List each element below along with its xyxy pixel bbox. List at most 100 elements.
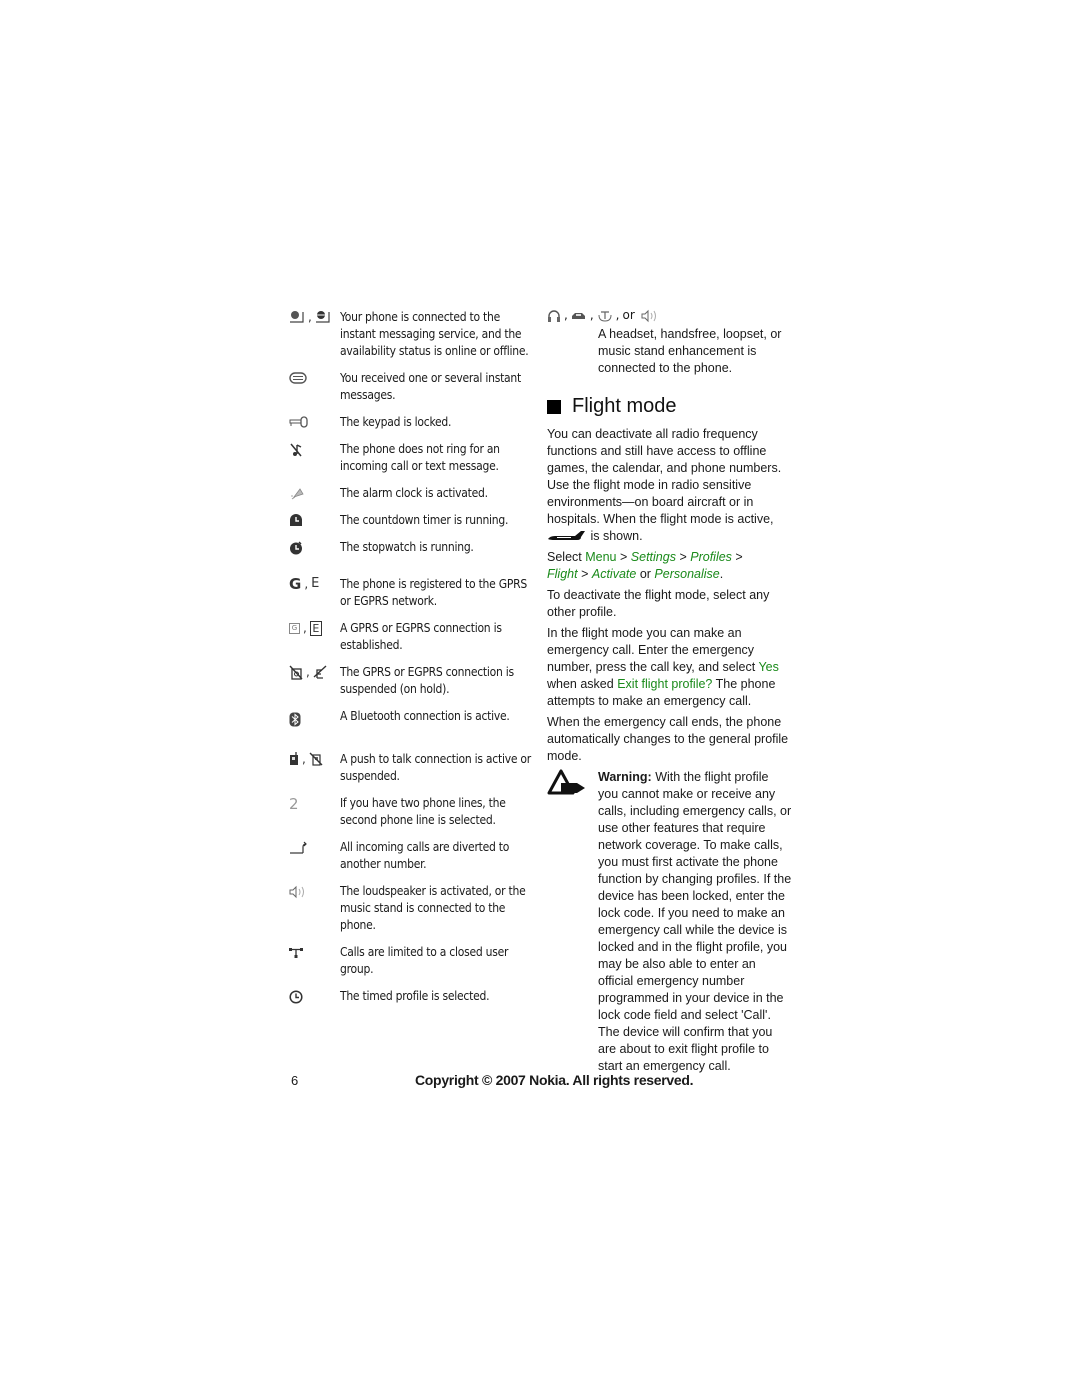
path-separator: > <box>620 550 628 564</box>
indicator-description: The phone does not ring for an incoming … <box>340 442 500 473</box>
indicator-entry: The stopwatch is running. <box>289 539 535 556</box>
loudspeaker-icon <box>289 885 304 899</box>
section-heading: Flight mode <box>547 395 792 418</box>
egprs-suspended-icon <box>313 665 327 679</box>
indicator-description: The loudspeaker is activated, or the mus… <box>340 884 526 932</box>
indicator-entry: , Your phone is connected to the instant… <box>289 309 535 360</box>
warning-text: With the flight profile you cannot make … <box>598 770 792 1073</box>
indicator-description: A push to talk connection is active or s… <box>340 752 531 783</box>
menu-path: Select Menu > Settings > Profiles > Flig… <box>547 549 792 583</box>
indicator-entry: The countdown timer is running. <box>289 512 535 529</box>
egprs-registered-icon: E <box>311 576 320 591</box>
menu-link[interactable]: Menu <box>585 550 616 564</box>
settings-link[interactable]: Settings <box>631 550 676 564</box>
or-text: or <box>639 567 651 581</box>
copyright-notice: Copyright © 2007 Nokia. All rights reser… <box>415 1072 694 1088</box>
indicator-entry: All incoming calls are diverted to anoth… <box>289 839 535 873</box>
flight-link[interactable]: Flight <box>547 567 578 581</box>
indicator-description: The keypad is locked. <box>340 415 452 429</box>
gprs-connected-icon: G <box>289 623 300 634</box>
stopwatch-icon <box>290 541 302 555</box>
indicator-entry: The phone does not ring for an incoming … <box>289 441 535 475</box>
emergency-paragraph: In the flight mode you can make an emerg… <box>547 625 792 710</box>
emergency-text-1: In the flight mode you can make an emerg… <box>547 626 756 674</box>
call-divert-icon <box>290 841 307 854</box>
path-separator: > <box>679 550 687 564</box>
indicator-entry: 2 If you have two phone lines, the secon… <box>289 795 535 829</box>
warning-label: Warning: <box>598 770 652 784</box>
indicator-description: Your phone is connected to the instant m… <box>340 310 529 358</box>
enhancement-entry: , , , or A headset, handsfree, loopset, … <box>547 307 792 377</box>
indicator-entry: Calls are limited to a closed user group… <box>289 944 535 978</box>
select-label: Select <box>547 550 582 564</box>
intro-text: You can deactivate all radio frequency f… <box>547 427 782 526</box>
right-column: , , , or A headset, handsfree, loopset, … <box>547 307 792 1075</box>
ptt-suspended-icon <box>309 752 323 766</box>
indicator-entry: , The GPRS or EGPRS connection is suspen… <box>289 664 535 698</box>
page-number: 6 <box>291 1073 299 1088</box>
indicator-description: All incoming calls are diverted to anoth… <box>340 840 510 871</box>
indicator-entry: G , E A GPRS or EGPRS connection is esta… <box>289 620 535 654</box>
loopset-icon <box>598 310 612 322</box>
indicator-entry: The loudspeaker is activated, or the mus… <box>289 883 535 934</box>
indicator-entry: The alarm clock is activated. <box>289 485 535 502</box>
indicator-description: Calls are limited to a closed user group… <box>340 945 509 976</box>
indicator-description: The stopwatch is running. <box>340 540 474 554</box>
indicator-description: The GPRS or EGPRS connection is suspende… <box>340 665 514 696</box>
egprs-connected-icon: E <box>309 621 322 636</box>
profiles-link[interactable]: Profiles <box>690 550 732 564</box>
indicator-entry: G , E The phone is registered to the GPR… <box>289 576 535 610</box>
handsfree-icon <box>571 312 585 319</box>
music-stand-icon <box>641 309 656 322</box>
indicator-list: , Your phone is connected to the instant… <box>289 309 535 1015</box>
path-separator: > <box>735 550 743 564</box>
keypad-locked-icon <box>289 416 308 428</box>
warning-icon <box>547 769 585 795</box>
im-online-icon <box>290 311 304 323</box>
period: . <box>719 567 724 581</box>
exit-flight-prompt: Exit flight profile? <box>617 677 713 691</box>
deactivate-paragraph: To deactivate the flight mode, select an… <box>547 588 770 619</box>
indicator-description: If you have two phone lines, the second … <box>340 796 506 827</box>
timed-profile-icon <box>289 990 303 1004</box>
yes-option[interactable]: Yes <box>758 660 778 674</box>
indicator-description: You received one or several instant mess… <box>340 371 521 402</box>
indicator-description: The alarm clock is activated. <box>340 486 488 500</box>
headset-icon <box>548 309 560 322</box>
manual-page: , Your phone is connected to the instant… <box>0 0 1080 1397</box>
ptt-active-icon <box>290 752 298 765</box>
indicator-entry: , A push to talk connection is active or… <box>289 751 535 785</box>
emergency-text-2: when asked <box>547 677 614 691</box>
bluetooth-icon <box>289 712 301 727</box>
heading-bullet-icon <box>547 399 561 414</box>
silent-icon <box>290 443 302 457</box>
personalise-link[interactable]: Personalise <box>654 567 719 581</box>
warning-block: Warning: With the flight profile you can… <box>547 769 792 1075</box>
indicator-entry: A Bluetooth connection is active. <box>289 708 535 727</box>
countdown-timer-icon <box>290 514 302 526</box>
flight-mode-icon <box>548 530 585 540</box>
path-separator: > <box>581 567 589 581</box>
section-title: Flight mode <box>572 395 677 417</box>
intro-suffix: is shown. <box>590 529 643 543</box>
intro-paragraph: You can deactivate all radio frequency f… <box>547 426 792 545</box>
indicator-entry: The keypad is locked. <box>289 414 535 431</box>
indicator-description: A GPRS or EGPRS connection is establishe… <box>340 621 502 652</box>
indicator-entry: You received one or several instant mess… <box>289 370 535 404</box>
indicator-description: The countdown timer is running. <box>340 513 509 527</box>
indicator-description: The timed profile is selected. <box>340 989 490 1003</box>
activate-link[interactable]: Activate <box>592 567 636 581</box>
alarm-clock-icon <box>291 488 304 500</box>
enhancement-description: A headset, handsfree, loopset, or music … <box>598 327 782 375</box>
gprs-registered-icon: G <box>289 575 302 593</box>
indicator-description: A Bluetooth connection is active. <box>340 709 510 723</box>
gprs-suspended-icon <box>289 665 303 680</box>
im-offline-icon <box>315 311 330 323</box>
indicator-entry: The timed profile is selected. <box>289 988 535 1005</box>
closed-user-group-icon <box>289 948 303 958</box>
indicator-description: The phone is registered to the GPRS or E… <box>340 577 527 608</box>
line-two-icon: 2 <box>289 795 299 813</box>
call-ends-paragraph: When the emergency call ends, the phone … <box>547 715 789 763</box>
or-label: or <box>622 308 635 322</box>
instant-message-icon <box>289 372 307 384</box>
